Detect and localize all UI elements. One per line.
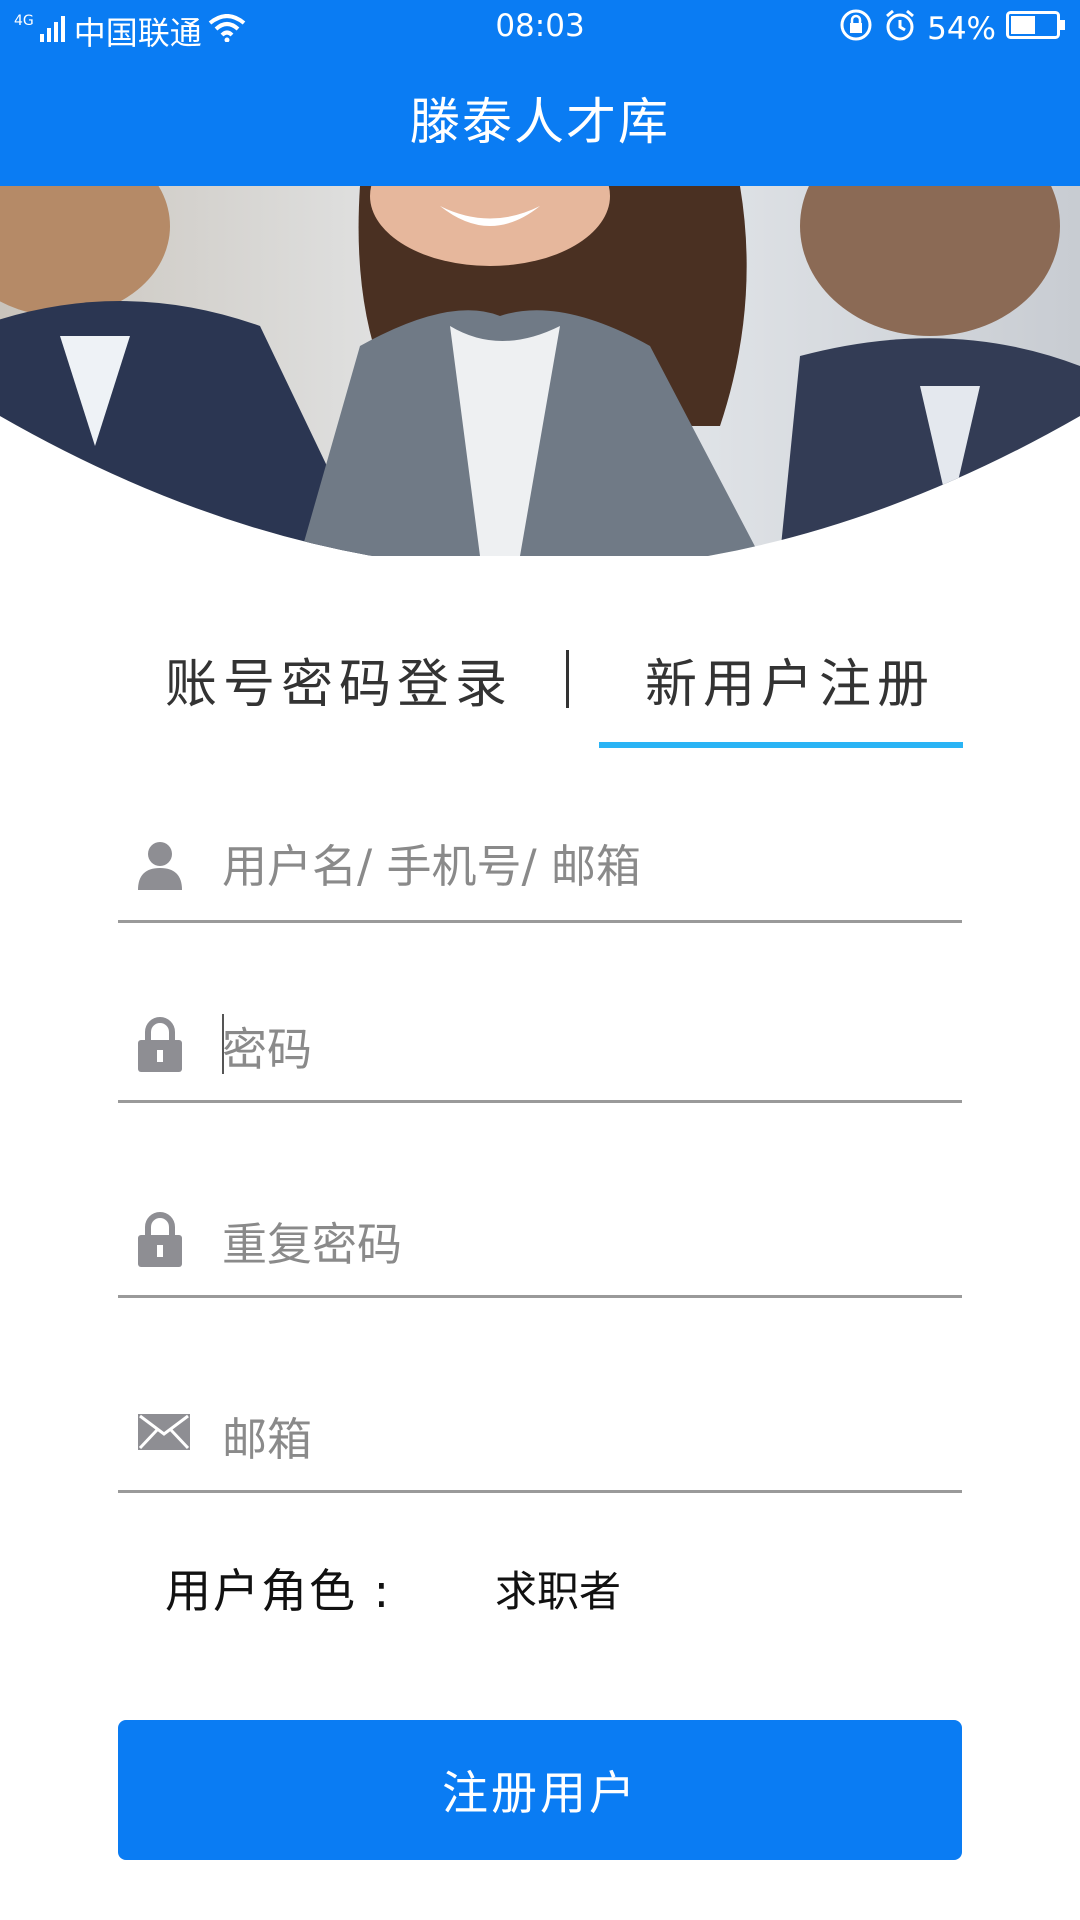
repeat-password-field	[118, 1195, 962, 1298]
lock-icon	[136, 1211, 184, 1271]
user-role-label: 用户角色 :	[165, 1564, 392, 1618]
page-title: 滕泰人才库	[410, 93, 670, 151]
password-field	[118, 1000, 962, 1103]
active-tab-indicator	[599, 742, 963, 748]
battery-icon	[1006, 11, 1066, 47]
auth-tabs: 账号密码登录 新用户注册	[0, 620, 1080, 760]
tab-divider	[566, 650, 569, 708]
hero-banner-image	[0, 186, 1080, 556]
battery-percent: 54%	[927, 11, 996, 47]
username-input[interactable]	[222, 836, 922, 896]
user-icon	[136, 840, 184, 894]
rotation-lock-icon	[839, 8, 873, 50]
password-input[interactable]	[222, 1018, 922, 1080]
status-bar: 4G 中国联通 08:03 54%	[0, 0, 1080, 56]
email-input[interactable]	[222, 1408, 922, 1470]
user-role-selector[interactable]: 求职者	[495, 1558, 621, 1619]
email-field	[118, 1390, 962, 1493]
tab-new-user-register[interactable]: 新用户注册	[645, 642, 935, 717]
username-field	[118, 820, 962, 923]
tab-account-login[interactable]: 账号密码登录	[165, 642, 513, 717]
alarm-icon	[883, 8, 917, 50]
app-header: 滕泰人才库	[0, 56, 1080, 186]
status-right: 54%	[839, 8, 1066, 50]
mail-icon	[136, 1412, 192, 1456]
lock-icon	[136, 1016, 184, 1076]
repeat-password-input[interactable]	[222, 1213, 922, 1275]
register-button[interactable]: 注册用户	[118, 1720, 962, 1860]
